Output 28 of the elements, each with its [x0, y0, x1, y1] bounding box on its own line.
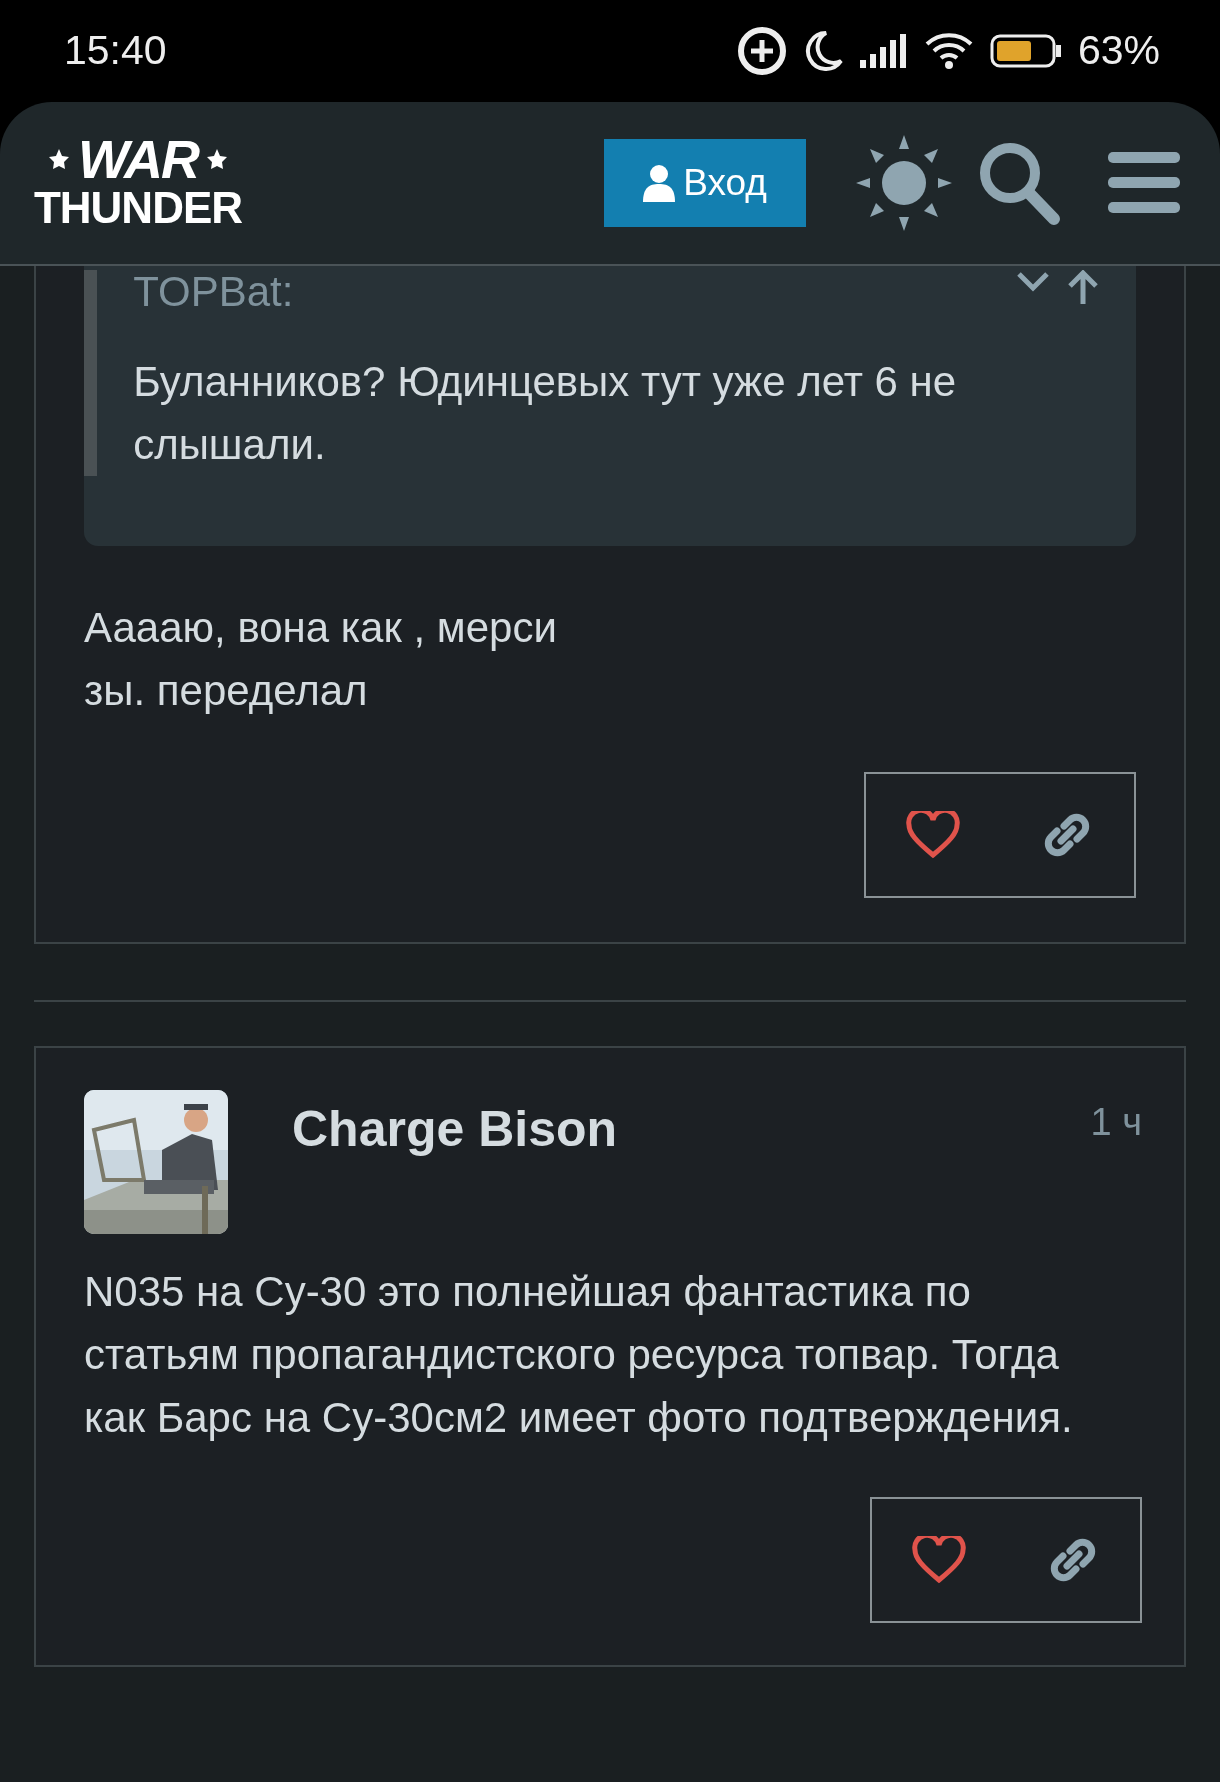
login-button[interactable]: Вход: [604, 139, 806, 227]
like-button[interactable]: [906, 811, 960, 859]
star-icon: [206, 148, 228, 170]
clock: 15:40: [64, 26, 167, 76]
battery-icon: [989, 34, 1062, 68]
sun-icon[interactable]: [854, 133, 954, 233]
quote-author: TOPBat:: [133, 270, 294, 314]
arrow-up-icon[interactable]: [1066, 270, 1100, 304]
quote-text: Буланников? Юдинцевых тут уже лет 6 не слышали.: [133, 357, 958, 470]
search-icon[interactable]: [978, 141, 1060, 225]
chevron-down-icon[interactable]: [1016, 270, 1050, 292]
user-icon: [643, 164, 676, 202]
wifi-icon: [923, 32, 974, 70]
menu-icon[interactable]: [1108, 152, 1180, 214]
logo-text: THUNDER: [33, 184, 243, 232]
author-name[interactable]: Charge Bison: [276, 1092, 618, 1167]
post-time: 1 ч: [1090, 1100, 1142, 1145]
heart-icon: [912, 1536, 966, 1584]
heart-icon: [906, 811, 960, 859]
data-saver-icon: [735, 25, 788, 77]
logo-text: WAR: [78, 134, 198, 184]
signal-icon: [859, 34, 908, 68]
star-icon: [48, 148, 70, 170]
like-button[interactable]: [912, 1536, 966, 1584]
moon-icon: [803, 30, 844, 72]
post-text: Ааааю, вона как , мерси зы. переделал: [84, 603, 558, 716]
post-text: N035 на Су-30 это полнейшая фантастика по статьям пропагандистского ресурса топвар. Тогда как Барс на Су-30см2 имеет фото подтверждения.: [84, 1267, 1074, 1443]
battery-percent: 63%: [1077, 26, 1160, 76]
